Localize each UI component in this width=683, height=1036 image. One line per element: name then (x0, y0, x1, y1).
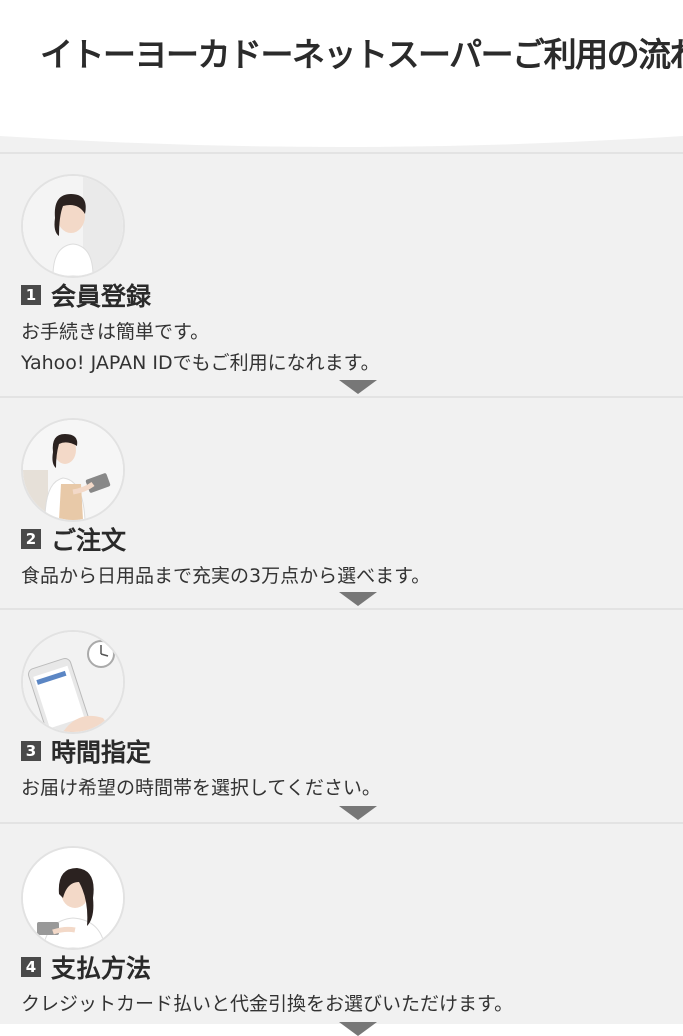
step-arrow-down-icon (339, 380, 377, 394)
step-3-photo (21, 630, 125, 734)
step-4-title: 支払方法 (51, 954, 152, 983)
step-1-description-line-1: お手続きは簡単です。 (21, 321, 210, 343)
step-4-photo (21, 846, 125, 950)
step-1-number-badge: 1 (21, 285, 41, 305)
step-3-heading: 3 時間指定 (21, 737, 151, 767)
step-2-number-badge: 2 (21, 529, 41, 549)
step-3-number-badge: 3 (21, 741, 41, 761)
step-1-heading: 1 会員登録 (21, 281, 151, 311)
step-3-description: お届け希望の時間帯を選択してください。 (21, 777, 381, 799)
step-2-photo (21, 418, 125, 522)
step-2-description: 食品から日用品まで充実の3万点から選べます。 (21, 565, 431, 587)
step-2-title: ご注文 (51, 526, 127, 555)
page-title: イトーヨーカドーネットスーパーご利用の流れ (40, 35, 683, 74)
step-4-panel: 4 支払方法 クレジットカード払いと代金引換をお選びいただけます。 (0, 822, 683, 1036)
step-arrow-down-icon (339, 1022, 377, 1036)
step-3-title: 時間指定 (51, 738, 152, 767)
step-2-heading: 2 ご注文 (21, 525, 126, 555)
step-1-photo (21, 174, 125, 278)
step-4-description: クレジットカード払いと代金引換をお選びいただけます。 (21, 993, 514, 1015)
step-arrow-down-icon (339, 592, 377, 606)
step-4-number-badge: 4 (21, 957, 41, 977)
step-4-heading: 4 支払方法 (21, 953, 151, 983)
step-1-title: 会員登録 (51, 282, 152, 311)
step-3-panel: 3 時間指定 お届け希望の時間帯を選択してください。 (0, 608, 683, 822)
step-arrow-down-icon (339, 806, 377, 820)
step-1-panel: 1 会員登録 お手続きは簡単です。 Yahoo! JAPAN IDでもご利用にな… (0, 152, 683, 396)
step-1-description-line-2: Yahoo! JAPAN IDでもご利用になれます。 (21, 352, 380, 374)
step-2-panel: 2 ご注文 食品から日用品まで充実の3万点から選べます。 (0, 396, 683, 608)
